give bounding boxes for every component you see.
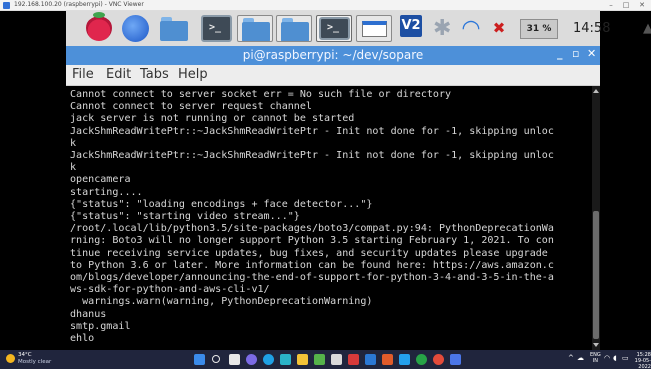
- audio-muted-icon[interactable]: ✖: [490, 15, 508, 42]
- web-browser-icon[interactable]: [122, 15, 149, 42]
- terminal-close-button[interactable]: ✕: [587, 47, 596, 60]
- language-indicator[interactable]: ENG IN: [590, 352, 601, 364]
- chrome-icon[interactable]: [433, 354, 444, 365]
- terminal-line: k: [70, 137, 77, 149]
- vscode-icon[interactable]: [399, 354, 410, 365]
- terminal-line: tinue receiving service updates, bug fix…: [70, 247, 548, 259]
- menu-edit[interactable]: Edit: [106, 67, 131, 82]
- terminal-line: JackShmReadWritePtr::~JackShmReadWritePt…: [70, 150, 554, 162]
- terminal-menu-bar: File Edit Tabs Help: [66, 65, 600, 86]
- windows-start-icon[interactable]: [194, 354, 205, 365]
- menu-tabs[interactable]: Tabs: [140, 67, 169, 82]
- file-manager-icon[interactable]: [159, 15, 189, 42]
- terminal-line: warnings.warn(warning, PythonDeprecation…: [70, 296, 373, 308]
- vnc-title-bar: 192.168.100.20 (raspberrypi) - VNC Viewe…: [0, 0, 651, 11]
- vnc-close-button[interactable]: ✕: [635, 0, 649, 11]
- pi-top-panel: >_ >_ V2 ✱ ◠ ✖ 31 % 14:58 ▲: [66, 11, 651, 46]
- terminal-line: smtp.gmail: [70, 320, 131, 332]
- tray-battery-icon[interactable]: ▭: [622, 354, 629, 362]
- raspberry-menu-icon[interactable]: [86, 12, 112, 41]
- scroll-down-arrow[interactable]: [593, 343, 599, 347]
- terminal-line: ws-sdk-for-python-and-aws-cli-v1/: [70, 284, 270, 296]
- terminal-line: /root/.local/lib/python3.5/site-packages…: [70, 223, 554, 235]
- app-grey-icon[interactable]: [331, 354, 342, 365]
- store-icon[interactable]: [280, 354, 291, 365]
- eject-icon[interactable]: ▲: [643, 21, 651, 36]
- whatsapp-icon[interactable]: [416, 354, 427, 365]
- taskbar-window-file-manager[interactable]: [237, 15, 273, 42]
- terminal-line: om/blogs/developer/announcing-the-end-of…: [70, 272, 554, 284]
- task-view-icon[interactable]: [229, 354, 240, 365]
- terminal-line: Cannot connect to server socket err = No…: [70, 89, 452, 100]
- app-orange-icon[interactable]: [382, 354, 393, 365]
- scrollbar-thumb[interactable]: [593, 211, 599, 339]
- terminal-line: opencamera: [70, 174, 131, 186]
- terminal-line: {"status": "starting video stream..."}: [70, 211, 300, 223]
- search-icon[interactable]: [212, 355, 220, 363]
- weather-condition[interactable]: Mostly clear: [18, 359, 51, 365]
- taskbar-window-app[interactable]: [356, 15, 392, 42]
- teams-icon[interactable]: [246, 354, 257, 365]
- explorer-icon[interactable]: [297, 354, 308, 365]
- terminal-line: rning: Boto3 will no longer support Pyth…: [70, 235, 554, 247]
- weather-temperature[interactable]: 34°C: [18, 352, 32, 358]
- tray-overflow-icon[interactable]: ^: [568, 354, 574, 362]
- terminal-line: {"status": "loading encodings + face det…: [70, 198, 373, 210]
- wifi-icon[interactable]: ◠: [458, 15, 484, 42]
- terminal-scrollbar[interactable]: [592, 86, 600, 350]
- vnc-minimize-button[interactable]: –: [604, 0, 618, 11]
- menu-file[interactable]: File: [72, 67, 94, 82]
- cpu-usage-monitor[interactable]: 31 %: [520, 19, 558, 39]
- tray-cloud-icon[interactable]: ☁: [577, 354, 584, 362]
- pi-clock[interactable]: 14:58: [573, 21, 610, 36]
- vnc-app-icon: [3, 2, 10, 9]
- terminal-line: starting....: [70, 186, 143, 198]
- scroll-up-arrow[interactable]: [593, 89, 599, 93]
- vnc-screen: 192.168.100.20 (raspberrypi) - VNC Viewe…: [0, 0, 651, 369]
- terminal-line: jack server is not running or cannot be …: [70, 113, 355, 125]
- terminal-line: ehlo: [70, 333, 95, 345]
- terminal-maximize-button[interactable]: ▫: [572, 47, 579, 60]
- vnc-server-icon[interactable]: V2: [400, 15, 422, 37]
- taskbar-window-folder-2[interactable]: [276, 15, 312, 42]
- terminal-line: k: [70, 162, 77, 174]
- terminal-output[interactable]: Cannot connect to server socket err = No…: [66, 86, 592, 350]
- weather-moon-icon[interactable]: [6, 354, 15, 363]
- taskbar-clock[interactable]: 15:28 19-05-2022: [631, 352, 651, 369]
- terminal-launcher-icon[interactable]: >_: [201, 15, 232, 42]
- vnc-window-title: 192.168.100.20 (raspberrypi) - VNC Viewe…: [14, 1, 144, 8]
- terminal-title-bar[interactable]: pi@raspberrypi: ~/dev/sopare _ ▫ ✕: [66, 46, 600, 65]
- edge-icon[interactable]: [263, 354, 274, 365]
- tray-volume-icon[interactable]: ◖: [613, 354, 617, 362]
- terminal-line: JackShmReadWritePtr::~JackShmReadWritePt…: [70, 125, 554, 137]
- vnc-viewer-taskbar-icon[interactable]: [450, 354, 461, 365]
- app-red-icon[interactable]: [348, 354, 359, 365]
- terminal-window-title: pi@raspberrypi: ~/dev/sopare: [242, 48, 424, 62]
- bluetooth-icon[interactable]: ✱: [433, 15, 451, 42]
- app-blue-icon[interactable]: [365, 354, 376, 365]
- tray-wifi-icon[interactable]: ◠: [604, 354, 610, 362]
- terminal-line: dhanus: [70, 308, 107, 320]
- menu-help[interactable]: Help: [178, 67, 208, 82]
- terminal-minimize-button[interactable]: _: [557, 47, 563, 60]
- vnc-maximize-button[interactable]: □: [619, 0, 633, 11]
- terminal-line: to Python 3.6 or later. More information…: [70, 259, 554, 271]
- windows-taskbar: 34°C Mostly clear ^ ☁ ENG IN ◠ ◖ ▭ 15:28…: [0, 350, 651, 369]
- terminal-line: Cannot connect to server request channel: [70, 101, 312, 113]
- app-green-icon[interactable]: [314, 354, 325, 365]
- taskbar-window-terminal[interactable]: >_: [316, 15, 352, 42]
